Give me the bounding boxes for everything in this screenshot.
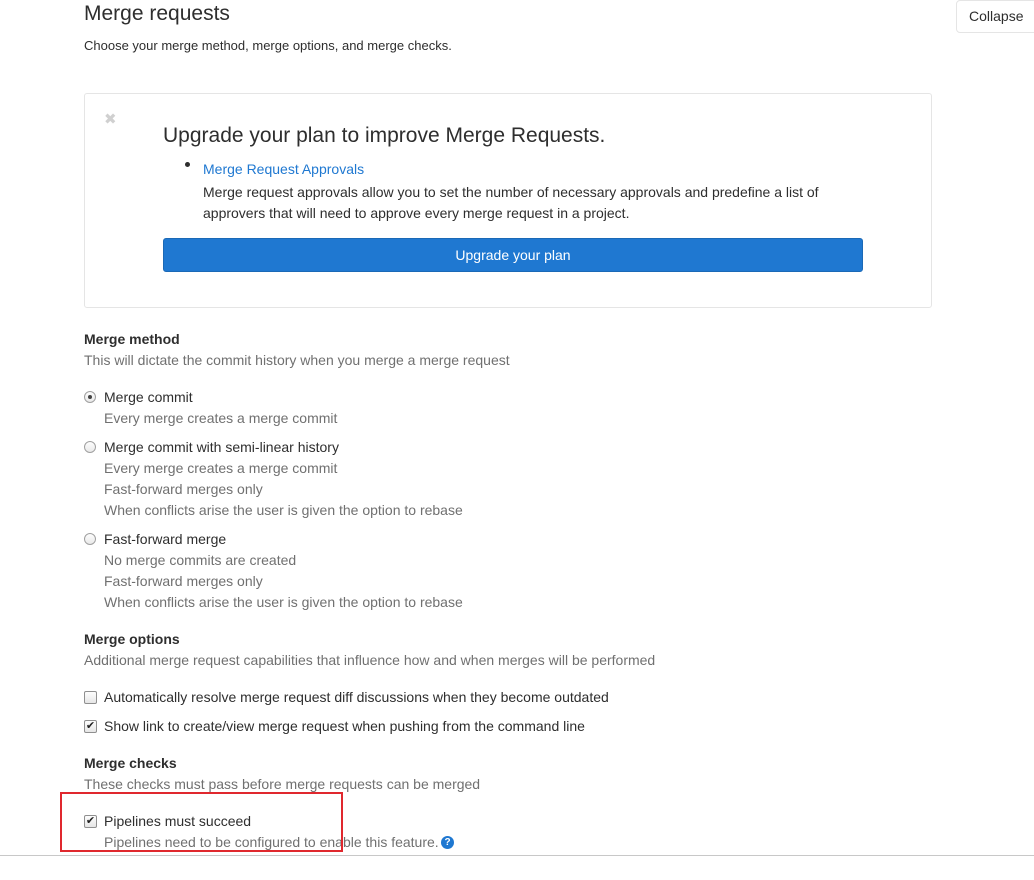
- auto-resolve-label[interactable]: Automatically resolve merge request diff…: [104, 689, 609, 705]
- merge-options-title: Merge options: [84, 631, 180, 647]
- bottom-divider: [0, 855, 1034, 856]
- semi-linear-help-1: Every merge creates a merge commit: [104, 460, 338, 476]
- semi-linear-label[interactable]: Merge commit with semi-linear history: [104, 439, 339, 455]
- merge-request-approvals-link[interactable]: Merge Request Approvals: [203, 161, 364, 177]
- merge-options-description: Additional merge request capabilities th…: [84, 652, 656, 668]
- merge-checks-description: These checks must pass before merge requ…: [84, 776, 481, 792]
- show-link-checkbox[interactable]: ✔: [84, 720, 97, 733]
- collapse-button[interactable]: Collapse: [956, 0, 1034, 33]
- merge-method-title: Merge method: [84, 331, 180, 347]
- semi-linear-help-2: Fast-forward merges only: [104, 481, 263, 497]
- page-title: Merge requests: [84, 2, 230, 25]
- show-link-label[interactable]: Show link to create/view merge request w…: [104, 718, 585, 734]
- merge-checks-title: Merge checks: [84, 755, 177, 771]
- highlight-box: [60, 792, 343, 852]
- auto-resolve-checkbox[interactable]: [84, 691, 97, 704]
- promo-title: Upgrade your plan to improve Merge Reque…: [163, 124, 606, 147]
- merge-method-description: This will dictate the commit history whe…: [84, 352, 510, 368]
- promo-feature-description: Merge request approvals allow you to set…: [203, 184, 819, 221]
- merge-commit-label[interactable]: Merge commit: [104, 389, 193, 405]
- fast-forward-label[interactable]: Fast-forward merge: [104, 531, 226, 547]
- bullet-icon: [185, 162, 190, 167]
- fast-forward-help-3: When conflicts arise the user is given t…: [104, 594, 463, 610]
- help-icon[interactable]: ?: [441, 836, 454, 849]
- fast-forward-radio[interactable]: [84, 533, 96, 545]
- merge-commit-radio[interactable]: [84, 391, 96, 403]
- page-subtitle: Choose your merge method, merge options,…: [84, 38, 452, 53]
- merge-commit-help: Every merge creates a merge commit: [104, 410, 338, 426]
- semi-linear-radio[interactable]: [84, 441, 96, 453]
- semi-linear-help-3: When conflicts arise the user is given t…: [104, 502, 463, 518]
- close-icon[interactable]: ✖: [104, 112, 117, 127]
- fast-forward-help-2: Fast-forward merges only: [104, 573, 263, 589]
- fast-forward-help-1: No merge commits are created: [104, 552, 297, 568]
- upgrade-plan-button[interactable]: Upgrade your plan: [163, 238, 863, 272]
